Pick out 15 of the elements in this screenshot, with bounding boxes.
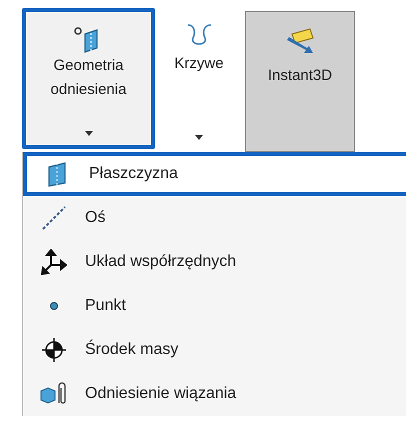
toolbar-button[interactable]: Geometria odniesienia — [22, 8, 155, 149]
center-of-mass-icon — [41, 337, 67, 363]
coordinate-axes-icon — [41, 249, 67, 275]
ruler-arrow-icon — [284, 26, 316, 56]
menu-item[interactable]: Środek masy — [23, 328, 406, 372]
menu-item[interactable]: Odniesienie wiązania — [23, 372, 406, 416]
menu-item[interactable]: Układ współrzędnych — [23, 240, 406, 284]
axis-icon — [41, 205, 67, 231]
caret-icon — [194, 135, 204, 141]
menu-item[interactable]: Płaszczyzna — [23, 152, 406, 196]
caret-icon — [84, 131, 94, 137]
menu-item[interactable]: Oś — [23, 196, 406, 240]
toolbar-button[interactable]: Instant3D — [245, 11, 355, 152]
menu-item[interactable]: Punkt — [23, 284, 406, 328]
toolbar-button[interactable]: Krzywe — [155, 8, 243, 149]
